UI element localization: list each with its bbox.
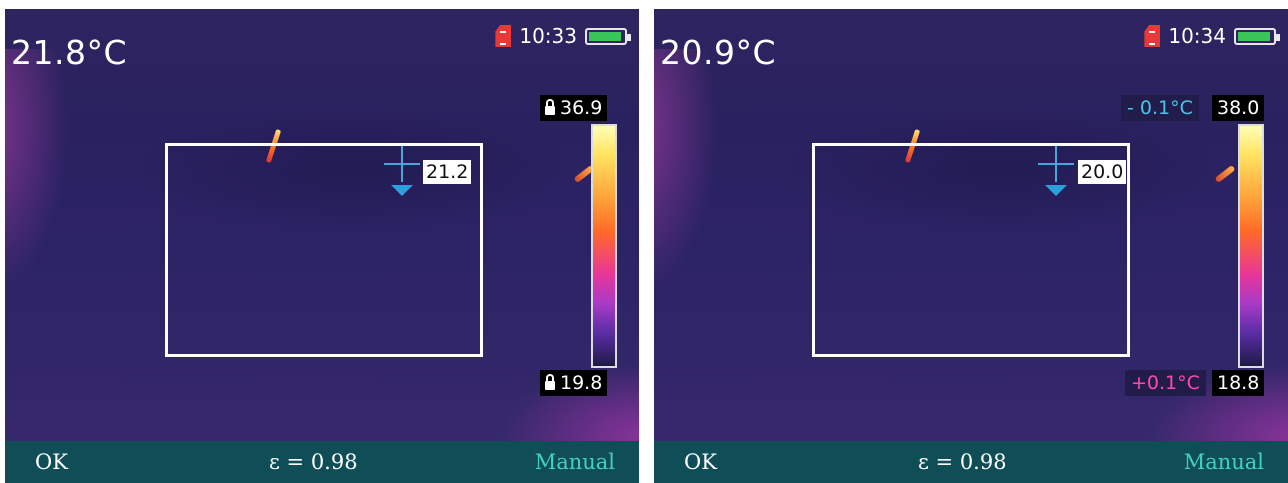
cold-spot-marker-icon [391,185,413,196]
scale-min-label[interactable]: 19.8 [540,370,608,396]
scale-min-value: 18.8 [1217,372,1260,394]
ok-softkey[interactable]: OK [35,450,68,474]
scale-max-value: 38.0 [1217,97,1260,119]
battery-icon [585,27,631,45]
battery-icon [1234,27,1280,45]
crosshair-icon [384,146,420,182]
clock: 10:34 [1168,24,1226,48]
cold-spot-marker-icon [1045,185,1067,196]
battery-fill [589,31,622,41]
heat-glow [654,49,724,309]
sd-card-icon [1144,25,1161,47]
emissivity-softkey[interactable]: ε = 0.98 [918,450,1007,474]
thermal-screen-left: 21.8°C 10:33 21.2 36.9 19.8 OK ε = 0.98 … [5,9,639,483]
softkey-bar: OK ε = 0.98 Manual [5,441,639,483]
spot-temperature: 21.2 [423,160,472,184]
max-offset-label[interactable]: - 0.1°C [1121,95,1199,121]
hot-spot [1214,164,1236,184]
thermal-screen-right: 20.9°C 10:34 20.0 - 0.1°C 38.0 +0.1°C 18… [654,9,1288,483]
scale-min-value: 19.8 [560,372,603,394]
sd-card-icon [495,25,512,47]
color-scale-bar [1238,124,1264,368]
color-scale-bar [591,124,617,368]
spot-temperature: 20.0 [1078,160,1127,184]
status-bar: 10:34 [1144,24,1280,48]
softkey-bar: OK ε = 0.98 Manual [654,441,1288,483]
mode-softkey[interactable]: Manual [535,450,615,474]
min-offset-label[interactable]: +0.1°C [1125,370,1206,396]
heat-glow [5,49,75,309]
mode-softkey[interactable]: Manual [1184,450,1264,474]
status-bar: 10:33 [495,24,631,48]
scale-max-value: 36.9 [560,97,603,119]
ok-softkey[interactable]: OK [684,450,717,474]
clock: 10:33 [519,24,577,48]
battery-fill [1238,31,1271,41]
scale-min-label[interactable]: 18.8 [1212,370,1265,396]
lock-icon [545,99,555,115]
center-temperature: 21.8°C [11,33,128,72]
lock-icon [545,374,555,390]
scale-max-label[interactable]: 38.0 [1212,95,1265,121]
scale-max-label[interactable]: 36.9 [540,95,608,121]
crosshair-icon [1038,146,1074,182]
center-temperature: 20.9°C [660,33,777,72]
emissivity-softkey[interactable]: ε = 0.98 [269,450,358,474]
